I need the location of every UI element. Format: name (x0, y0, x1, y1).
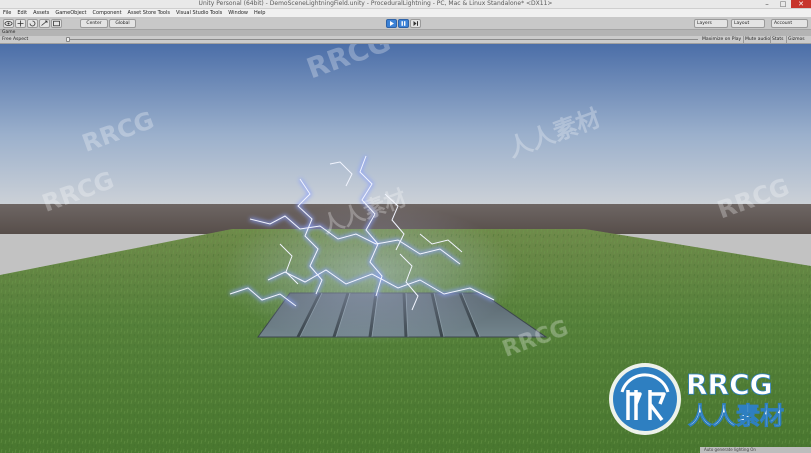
mute-audio-toggle[interactable]: Mute audio (745, 36, 770, 43)
menu-help[interactable]: Help (251, 9, 268, 17)
move-icon (17, 20, 24, 26)
scale-tool-button[interactable] (39, 18, 50, 28)
divider (786, 36, 787, 43)
pivot-label: Center (86, 20, 102, 26)
account-label: Account (774, 20, 793, 26)
minimize-button[interactable]: – (759, 0, 775, 8)
divider (770, 36, 771, 43)
rect-tool-button[interactable] (51, 18, 62, 28)
menu-component[interactable]: Component (90, 9, 125, 17)
menu-visual-studio-tools[interactable]: Visual Studio Tools (173, 9, 225, 17)
scale-slider-track[interactable] (68, 39, 698, 40)
menu-asset-store-tools[interactable]: Asset Store Tools (125, 9, 173, 17)
move-tool-button[interactable] (15, 18, 26, 28)
eye-icon (4, 20, 13, 26)
menu-bar: File Edit Assets GameObject Component As… (0, 9, 811, 17)
space-toggle[interactable]: Global (109, 18, 136, 28)
rrcg-logo: RRCG 人人素材 (609, 363, 784, 435)
maximize-on-play-toggle[interactable]: Maximize on Play (702, 36, 741, 43)
stats-toggle[interactable]: Stats (772, 36, 784, 43)
play-button[interactable] (386, 18, 397, 28)
scale-slider-handle[interactable] (66, 37, 70, 42)
play-icon (390, 20, 394, 26)
menu-window[interactable]: Window (225, 9, 251, 17)
menu-gameobject[interactable]: GameObject (52, 9, 89, 17)
menu-assets[interactable]: Assets (30, 9, 52, 17)
window-title-bar: Unity Personal (64bit) - DemoSceneLightn… (0, 0, 811, 9)
divider (743, 36, 744, 43)
window-controls: – □ ✕ (759, 0, 811, 8)
menu-edit[interactable]: Edit (14, 9, 30, 17)
pivot-toggle[interactable]: Center (80, 18, 108, 28)
logo-text: RRCG (686, 368, 773, 401)
game-view-bar: Free Aspect Maximize on Play Mute audio … (0, 36, 811, 44)
gizmos-dropdown[interactable]: Gizmos (788, 36, 805, 43)
toolbar: Center Global Layers Layout Account (0, 17, 811, 30)
maximize-button[interactable]: □ (775, 0, 791, 8)
menu-file[interactable]: File (0, 9, 14, 17)
status-text: Auto generate lighting On (704, 447, 756, 452)
layout-dropdown[interactable]: Layout (731, 18, 765, 28)
window-title: Unity Personal (64bit) - DemoSceneLightn… (198, 0, 553, 7)
game-viewport[interactable]: RRCG RRCG 人人素材 RRCG RRCG 人人素材 RRCG RRCG … (0, 44, 811, 453)
step-icon (413, 20, 418, 26)
scale-icon (41, 20, 48, 26)
pause-button[interactable] (398, 18, 409, 28)
aspect-dropdown[interactable]: Free Aspect (2, 36, 28, 43)
close-button[interactable]: ✕ (791, 0, 811, 8)
layout-label: Layout (734, 20, 750, 26)
rotate-icon (29, 20, 36, 26)
rotate-tool-button[interactable] (27, 18, 38, 28)
space-label: Global (115, 20, 130, 26)
layers-dropdown[interactable]: Layers (694, 18, 728, 28)
logo-subtext: 人人素材 (688, 402, 784, 430)
step-button[interactable] (410, 18, 421, 28)
hand-tool-button[interactable] (3, 18, 14, 28)
layers-label: Layers (697, 20, 712, 26)
pause-icon (401, 20, 406, 26)
rect-icon (53, 20, 60, 26)
account-dropdown[interactable]: Account (771, 18, 808, 28)
status-bar: Auto generate lighting On (700, 447, 811, 453)
